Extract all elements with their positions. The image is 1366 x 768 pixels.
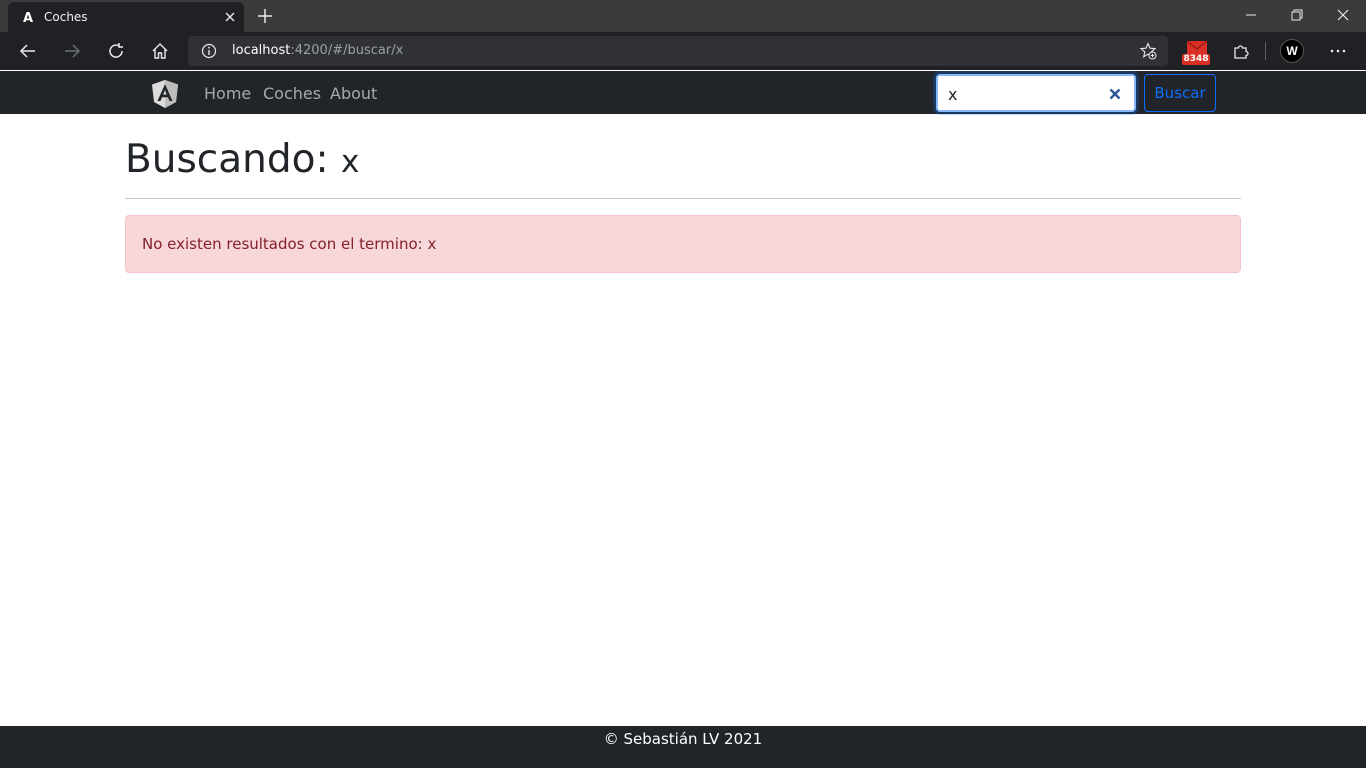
browser-tabstrip: A Coches (0, 0, 1366, 32)
browser-toolbar: localhost:4200/#/buscar/x (0, 32, 1366, 70)
clear-search-icon[interactable] (1108, 87, 1122, 101)
alert-message: No existen resultados con el termino: x (142, 235, 437, 253)
reload-icon[interactable] (102, 37, 130, 65)
extensions-icon[interactable] (1227, 37, 1255, 65)
toolbar-divider (1265, 42, 1266, 60)
search-box (936, 74, 1136, 112)
profile-avatar[interactable]: W (1280, 39, 1304, 63)
site-info-icon[interactable] (201, 43, 217, 59)
search-input[interactable] (948, 83, 1098, 105)
tab-close-icon[interactable] (223, 10, 237, 24)
close-window-icon[interactable] (1320, 0, 1366, 30)
new-tab-icon[interactable] (254, 5, 276, 27)
add-favorite-icon[interactable] (1139, 42, 1157, 60)
nav-link-about[interactable]: About (330, 84, 377, 103)
page-title-prefix: Buscando: (125, 137, 329, 182)
angular-favicon-icon: A (20, 9, 36, 26)
page-title: Buscando: x (125, 137, 359, 182)
search-term: x (341, 144, 360, 180)
no-results-alert: No existen resultados con el termino: x (125, 215, 1241, 273)
tab-title: Coches (44, 10, 88, 24)
footer-text: © Sebastián LV 2021 (603, 730, 763, 748)
more-menu-icon[interactable] (1324, 37, 1352, 65)
nav-link-coches[interactable]: Coches (263, 84, 321, 103)
url-text: localhost:4200/#/buscar/x (232, 43, 403, 58)
mail-count-badge: 8348 (1182, 54, 1210, 65)
page-footer: © Sebastián LV 2021 (0, 726, 1366, 768)
app-navbar: Home Coches About Buscar (0, 71, 1366, 114)
divider (125, 198, 1241, 199)
restore-icon[interactable] (1274, 0, 1320, 30)
minimize-icon[interactable] (1228, 0, 1274, 30)
search-button[interactable]: Buscar (1144, 74, 1216, 112)
back-icon[interactable] (14, 37, 42, 65)
url-host: localhost (232, 43, 291, 58)
address-bar[interactable]: localhost:4200/#/buscar/x (188, 36, 1168, 66)
url-path: :4200/#/buscar/x (290, 43, 404, 58)
nav-link-home[interactable]: Home (204, 84, 251, 103)
angular-logo-icon[interactable] (151, 79, 179, 109)
forward-icon[interactable] (58, 37, 86, 65)
svg-text:A: A (23, 11, 33, 25)
browser-tab[interactable]: A Coches (8, 2, 244, 32)
home-icon[interactable] (146, 37, 174, 65)
